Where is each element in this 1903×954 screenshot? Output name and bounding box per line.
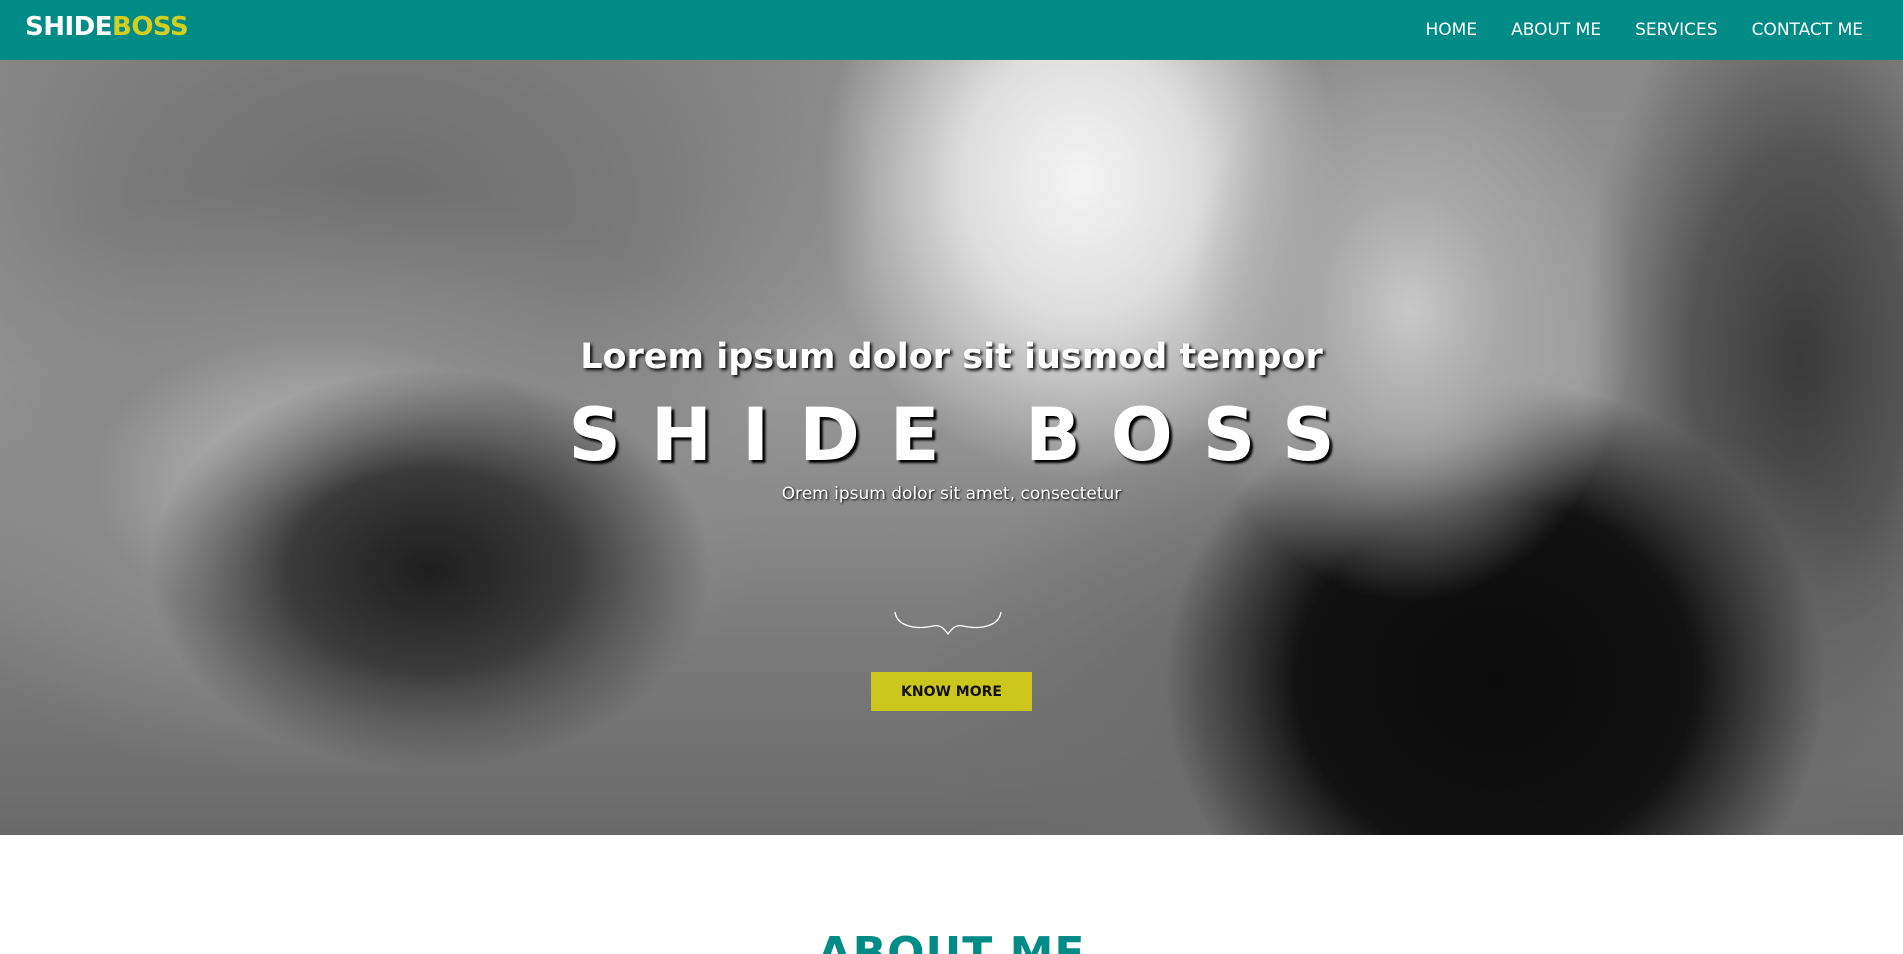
- nav-link-home[interactable]: HOME: [1426, 20, 1478, 40]
- hero-subtitle: Orem ipsum dolor sit amet, consectetur: [781, 484, 1122, 504]
- top-navbar: SHIDEBOSS HOME ABOUT ME SERVICES CONTACT…: [0, 0, 1903, 60]
- hero-kicker: Lorem ipsum dolor sit iusmod tempor: [580, 337, 1323, 377]
- curly-divider-icon: [894, 611, 1002, 636]
- nav-link-services[interactable]: SERVICES: [1635, 20, 1717, 40]
- nav-link-contact-me[interactable]: CONTACT ME: [1752, 20, 1863, 40]
- about-me-heading: ABOUT ME: [817, 928, 1086, 954]
- brand-logo-part2: BOSS: [112, 12, 189, 42]
- nav-link-about-me[interactable]: ABOUT ME: [1511, 20, 1601, 40]
- hero-section: Lorem ipsum dolor sit iusmod tempor SHID…: [0, 60, 1903, 835]
- hero-title: SHIDE BOSS: [568, 393, 1365, 478]
- know-more-button[interactable]: KNOW MORE: [871, 672, 1032, 711]
- brand-logo-part1: SHIDE: [25, 12, 113, 42]
- brand-logo[interactable]: SHIDEBOSS: [25, 12, 189, 42]
- nav-links: HOME ABOUT ME SERVICES CONTACT ME: [1392, 0, 1864, 60]
